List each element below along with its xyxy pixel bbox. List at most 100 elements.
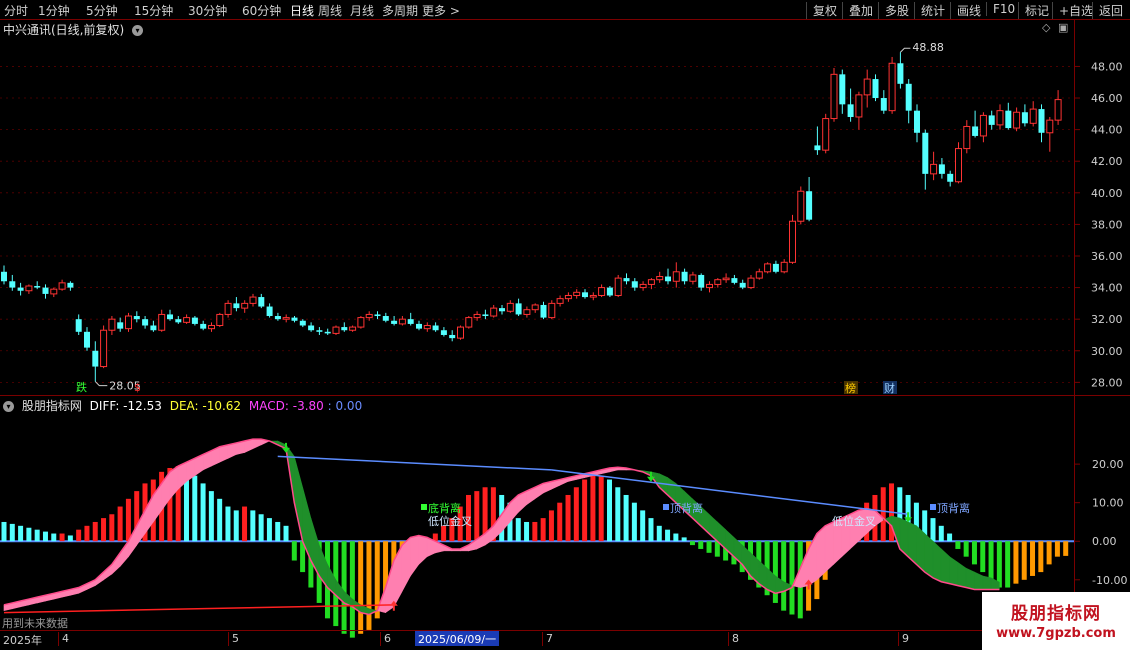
candle-body [930,163,938,175]
event-marker-die: 跌 [76,380,87,394]
top-divergence-label: 顶背离 [670,501,703,515]
macd-tick-label: -10.00 [1092,574,1127,587]
macd-bar [623,494,629,542]
macd-bar [291,541,297,561]
candle-body [125,315,132,330]
price-tick-label: 36.00 [1091,250,1123,263]
macd-tick-label: 10.00 [1092,497,1124,510]
macd-bar [615,487,621,542]
candle-body [349,326,357,331]
macd-bar [349,541,355,638]
candle-body [631,281,638,288]
macd-bar [51,533,57,542]
macd-bar [18,525,24,542]
price-tick-label: 34.00 [1091,282,1123,295]
candle-body [731,278,738,283]
macd-bar [275,521,281,542]
macd-bar [590,475,596,542]
price-tick-label: 32.00 [1091,313,1123,326]
candle-body [133,316,140,320]
candle-body [1021,112,1028,124]
macd-bar [225,506,231,542]
stock-chart-canvas[interactable]: 48.0046.0044.0042.0040.0038.0036.0034.00… [0,0,1130,650]
candle-body [947,173,954,182]
candle-body [398,318,406,325]
price-tick-label: 44.00 [1091,124,1123,137]
candle-body [814,145,821,151]
macd-bar [565,494,571,542]
candle-body [755,271,763,279]
candle-body [382,316,389,321]
candle-body [208,324,215,330]
candle-body [589,294,597,298]
candle-body [92,350,99,367]
indicator-header: ▾ 股朋指标网 DIFF: -12.53 DEA: -10.62 MACD: -… [0,397,366,414]
macd-bar [250,510,256,542]
candle-body [1038,109,1045,133]
candle-body [499,308,505,312]
candle-body [9,281,16,288]
candle-body [747,277,755,289]
candle-body [1,271,7,282]
macd-bar [258,514,264,542]
macd-bar [947,533,953,542]
macd-bar [548,510,554,542]
low-golden-cross-label-2: 低位金叉 [832,514,876,528]
macd-bar [648,518,654,542]
macd-bar [930,518,936,542]
top-divergence-label-2: 顶背离 [937,501,970,515]
candle-body [573,291,581,296]
macd-bar [76,529,82,542]
macd-bar [92,521,98,542]
macd-bar [34,529,40,542]
candle-body [150,325,157,331]
macd-bar [117,506,123,542]
date-cursor-label: 2025/06/09/一 [415,631,500,646]
candle-body [308,325,315,331]
candle-body [780,261,788,273]
price-tick-label: 28.00 [1091,376,1123,389]
candle-body [806,191,813,220]
candle-body [722,277,730,281]
macd-bar [441,525,447,542]
candle-body [698,274,705,288]
candle-body [714,279,722,285]
candle-body [249,296,257,304]
candle-body [863,78,871,96]
macd-bar [1005,541,1011,588]
candle-body [233,303,240,309]
candle-body [598,287,606,296]
candlestick-series [1,52,1062,382]
candle-body [191,317,198,324]
macd-bar [1054,541,1060,557]
candle-body [316,330,323,332]
candle-body [972,126,979,136]
candle-body [17,287,24,291]
macd-bar [1021,541,1027,580]
candle-body [897,63,904,84]
ribbon-segment [816,525,826,581]
macd-bar [557,502,563,542]
candle-body [839,74,846,105]
candle-body [100,329,108,368]
macd-value: MACD: -3.80 [248,399,324,413]
macd-bar [67,535,73,542]
candle-body [291,317,298,321]
candle-body [432,325,439,331]
dea-value: DEA: -10.62 [169,399,242,413]
candle-body [58,282,66,290]
price-tick-label: 42.00 [1091,155,1123,168]
candle-body [266,306,273,317]
macd-bar [980,541,986,573]
indicator-name[interactable]: 股朋指标网 [22,399,82,413]
macd-bar [1038,541,1044,573]
indicator-chevron-icon[interactable]: ▾ [3,401,14,412]
candle-body [200,323,207,329]
watermark-url: www.7gpzb.com [996,626,1116,641]
candle-body [905,83,912,111]
ribbon-segment [949,556,959,586]
macd-bar [532,521,538,542]
macd-bar [681,537,687,542]
ribbon-segment [294,456,303,542]
macd-bar [109,514,115,542]
